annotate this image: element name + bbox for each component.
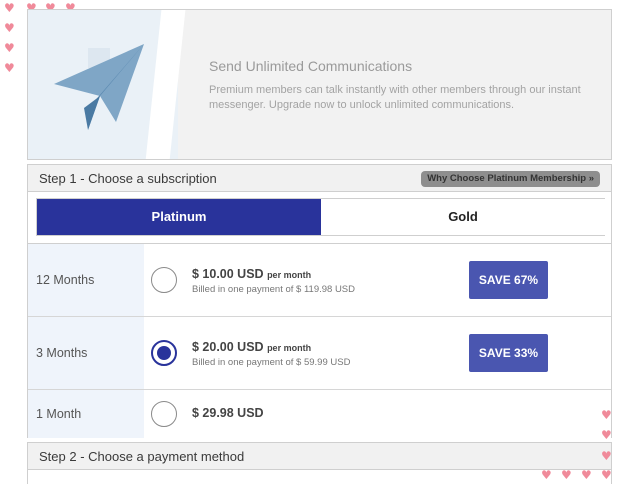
heart-icon: ♥ xyxy=(601,449,612,463)
step2-header: Step 2 - Choose a payment method xyxy=(27,442,612,470)
duration-label-cell: 12 Months xyxy=(28,244,144,316)
radio-selected-dot xyxy=(157,346,171,360)
heart-icon: ♥ xyxy=(541,468,552,482)
step1-header: Step 1 - Choose a subscription Why Choos… xyxy=(27,164,612,192)
duration-label-cell: 3 Months xyxy=(28,317,144,389)
heart-icon: ♥ xyxy=(581,468,592,482)
plan-selector: Platinum Gold xyxy=(27,192,612,244)
radio-1-month[interactable] xyxy=(151,401,177,427)
why-platinum-button[interactable]: Why Choose Platinum Membership » xyxy=(421,171,600,187)
heart-icon: ♥ xyxy=(4,61,15,75)
tab-platinum[interactable]: Platinum xyxy=(37,199,321,235)
billed-note: Billed in one payment of $ 59.99 USD xyxy=(192,357,351,368)
payment-method-area xyxy=(27,470,612,484)
heart-icon: ♥ xyxy=(601,428,612,442)
price-value: $ 29.98 USD xyxy=(192,406,264,420)
heart-icon: ♥ xyxy=(4,41,15,55)
duration-label: 12 Months xyxy=(36,273,95,287)
feature-banner: Send Unlimited Communications Premium me… xyxy=(27,9,612,160)
price-unit: per month xyxy=(267,343,312,353)
subscription-row[interactable]: 3 Months $ 20.00 USD per month Billed in… xyxy=(28,317,611,390)
heart-icon: ♥ xyxy=(4,21,15,35)
price-value: $ 10.00 USD xyxy=(192,267,264,281)
banner-title: Send Unlimited Communications xyxy=(209,58,413,74)
save-badge[interactable]: SAVE 67% xyxy=(469,261,548,299)
radio-12-months[interactable] xyxy=(151,267,177,293)
upgrade-panel: Send Unlimited Communications Premium me… xyxy=(27,9,612,484)
save-badge[interactable]: SAVE 33% xyxy=(469,334,548,372)
subscription-options: 12 Months $ 10.00 USD per month Billed i… xyxy=(27,243,612,438)
billed-note: Billed in one payment of $ 119.98 USD xyxy=(192,284,356,295)
banner-description: Premium members can talk instantly with … xyxy=(209,84,581,111)
subscription-row[interactable]: 12 Months $ 10.00 USD per month Billed i… xyxy=(28,244,611,317)
price-line: $ 29.98 USD xyxy=(192,406,264,420)
subscription-row[interactable]: 1 Month $ 29.98 USD xyxy=(28,390,611,438)
step2-title: Step 2 - Choose a payment method xyxy=(39,449,245,464)
price-line: $ 10.00 USD per month xyxy=(192,267,311,281)
step1-title: Step 1 - Choose a subscription xyxy=(39,171,217,186)
decorative-hearts-right: ♥ ♥ ♥ ♥ ♥ ♥ ♥ xyxy=(540,405,620,484)
price-value: $ 20.00 USD xyxy=(192,340,264,354)
duration-label: 3 Months xyxy=(36,346,88,360)
paper-plane-icon xyxy=(48,38,148,138)
radio-3-months[interactable] xyxy=(151,340,177,366)
heart-icon: ♥ xyxy=(4,1,15,15)
tab-gold[interactable]: Gold xyxy=(321,199,605,235)
duration-label: 1 Month xyxy=(36,407,82,421)
price-line: $ 20.00 USD per month xyxy=(192,340,311,354)
heart-icon: ♥ xyxy=(601,468,612,482)
heart-icon: ♥ xyxy=(601,408,612,422)
duration-label-cell: 1 Month xyxy=(28,390,144,438)
price-unit: per month xyxy=(267,270,312,280)
plan-toggle: Platinum Gold xyxy=(36,198,605,236)
heart-icon: ♥ xyxy=(561,468,572,482)
